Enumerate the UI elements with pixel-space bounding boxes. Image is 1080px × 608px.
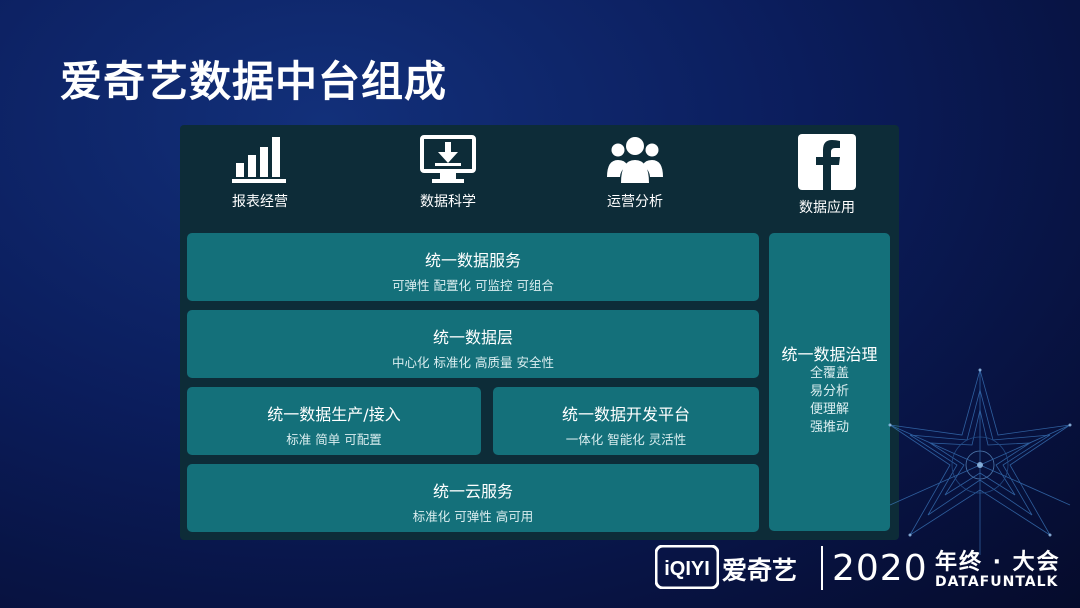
iqiyi-logo-text: iQIYI [664,558,710,580]
data-governance-box: 统一数据治理 全覆盖 易分析 便理解 强推动 [769,233,890,531]
unified-data-production-title: 统一数据生产/接入 [267,405,401,424]
app-label-datascience: 数据科学 [420,194,476,210]
app-label-operations: 运营分析 [607,194,663,210]
unified-data-service-sub: 可弹性 配置化 可监控 可组合 [392,278,554,293]
governance-item: 便理解 [809,402,849,417]
users-group-icon [607,137,663,183]
governance-item: 强推动 [809,420,849,435]
unified-data-service-box: 统一数据服务 可弹性 配置化 可监控 可组合 [187,233,759,301]
app-label-reports: 报表经营 [232,194,288,210]
unified-data-service-title: 统一数据服务 [424,251,521,270]
unified-cloud-service-title: 统一云服务 [432,482,513,501]
app-item-operations: 运营分析 [565,133,705,211]
unified-data-production-box: 统一数据生产/接入 标准 简单 可配置 [187,387,481,455]
footer-year: 2020 [832,548,928,589]
governance-item: 全覆盖 [809,366,849,381]
decorative-star-graphic [888,368,1072,555]
unified-dev-platform-title: 统一数据开发平台 [561,405,690,424]
unified-cloud-service-sub: 标准化 可弹性 高可用 [412,509,534,524]
unified-dev-platform-sub: 一体化 智能化 灵活性 [565,432,687,447]
monitor-download-icon [420,135,476,183]
app-label-dataapps: 数据应用 [799,200,855,216]
unified-data-production-sub: 标准 简单 可配置 [286,432,382,447]
architecture-panel: 报表经营 数据科学 运营分析 数据应用 统一数据服务 可弹性 配置化 可监控 可… [180,125,899,540]
iqiyi-name: 爱奇艺 [722,556,798,585]
footer-event: 年终 · 大会 [935,550,1061,575]
app-item-datascience: 数据科学 [378,133,518,211]
page-title: 爱奇艺数据中台组成 [60,57,448,106]
governance-item: 易分析 [809,384,849,399]
unified-data-layer-title: 统一数据层 [432,328,513,347]
app-item-reports: 报表经营 [190,133,330,211]
data-governance-title: 统一数据治理 [781,345,878,364]
bar-chart-icon [232,137,286,183]
facebook-icon [798,134,856,190]
unified-data-layer-box: 统一数据层 中心化 标准化 高质量 安全性 [187,310,759,378]
app-item-dataapps: 数据应用 [757,133,897,217]
footer-divider [821,546,823,590]
unified-data-layer-sub: 中心化 标准化 高质量 安全性 [392,355,554,370]
unified-cloud-service-box: 统一云服务 标准化 可弹性 高可用 [187,464,759,532]
iqiyi-logo-icon: iQIYI [655,545,719,589]
footer-brand: DATAFUNTALK [935,574,1059,590]
unified-dev-platform-box: 统一数据开发平台 一体化 智能化 灵活性 [493,387,759,455]
application-icons-row: 报表经营 数据科学 运营分析 数据应用 [180,125,899,230]
